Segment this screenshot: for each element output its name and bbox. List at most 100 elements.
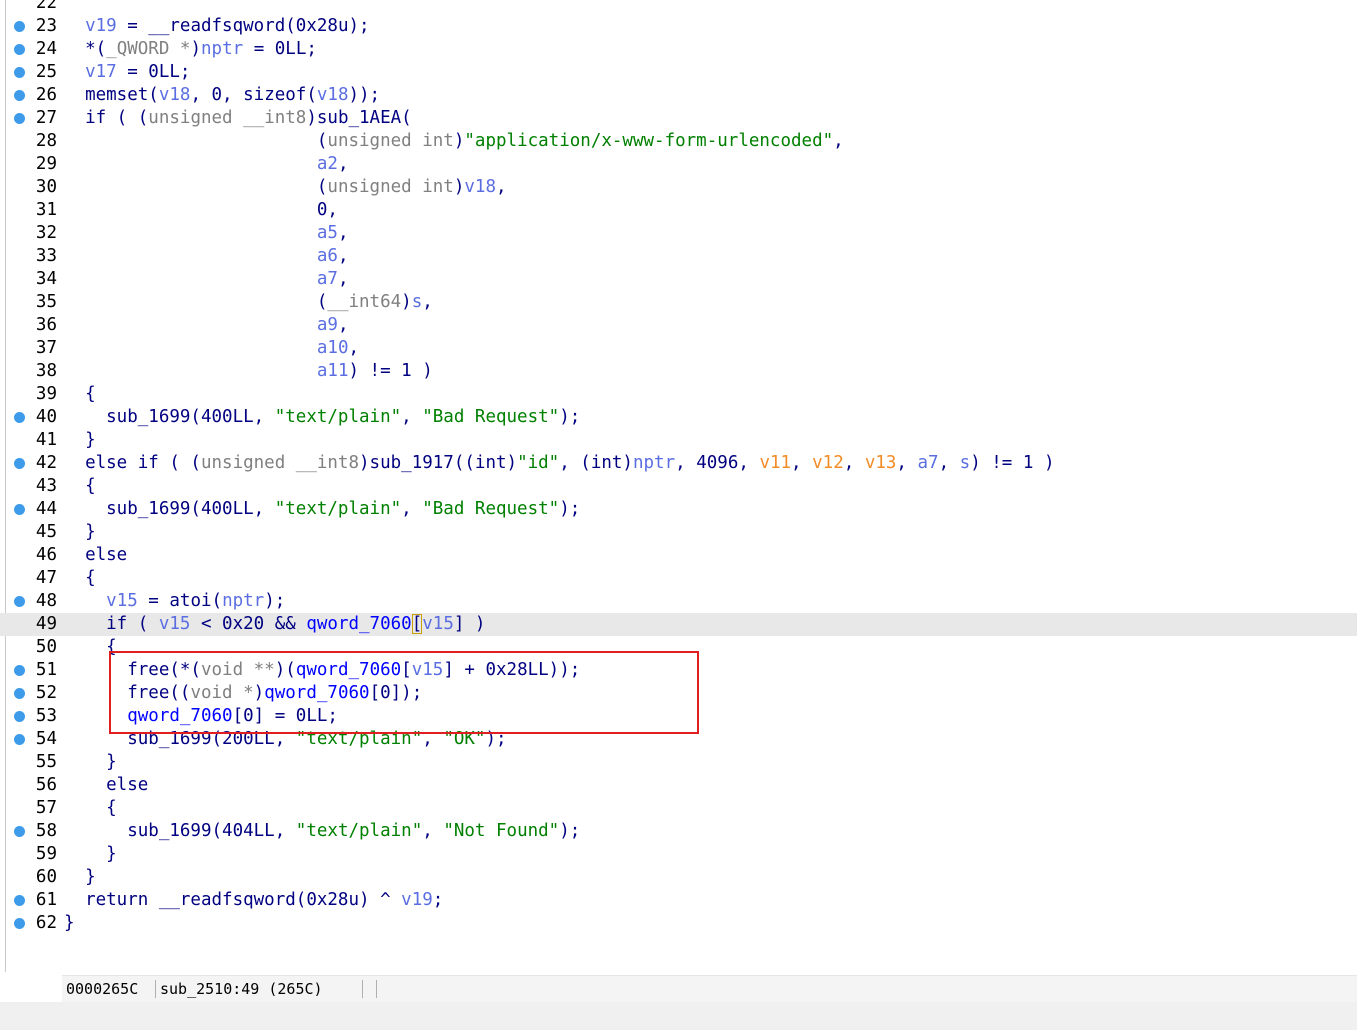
code-text[interactable]: { [64, 636, 117, 659]
code-line-52[interactable]: 52 free((void *)qword_7060[0]); [0, 682, 1357, 705]
code-line-50[interactable]: 50 { [0, 636, 1357, 659]
code-text[interactable]: a11) != 1 ) [64, 360, 433, 383]
breakpoint-dot-icon[interactable] [14, 67, 25, 78]
code-line-39[interactable]: 39 { [0, 383, 1357, 406]
code-text[interactable]: a9, [64, 314, 349, 337]
code-line-29[interactable]: 29 a2, [0, 153, 1357, 176]
code-line-40[interactable]: 40 sub_1699(400LL, "text/plain", "Bad Re… [0, 406, 1357, 429]
code-line-49[interactable]: 49 if ( v15 < 0x20 && qword_7060[v15] ) [0, 613, 1357, 636]
code-line-42[interactable]: 42 else if ( (unsigned __int8)sub_1917((… [0, 452, 1357, 475]
code-text[interactable]: } [64, 521, 96, 544]
code-line-32[interactable]: 32 a5, [0, 222, 1357, 245]
code-line-23[interactable]: 23 v19 = __readfsqword(0x28u); [0, 15, 1357, 38]
code-text[interactable]: else [64, 544, 127, 567]
code-text[interactable]: qword_7060[0] = 0LL; [64, 705, 338, 728]
breakpoint-dot-icon[interactable] [14, 504, 25, 515]
breakpoint-dot-icon[interactable] [14, 44, 25, 55]
code-line-45[interactable]: 45 } [0, 521, 1357, 544]
code-text[interactable]: a5, [64, 222, 349, 245]
code-line-34[interactable]: 34 a7, [0, 268, 1357, 291]
code-text[interactable]: v15 = atoi(nptr); [64, 590, 285, 613]
code-line-27[interactable]: 27 if ( (unsigned __int8)sub_1AEA( [0, 107, 1357, 130]
code-line-41[interactable]: 41 } [0, 429, 1357, 452]
breakpoint-dot-icon[interactable] [14, 412, 25, 423]
breakpoint-dot-icon[interactable] [14, 734, 25, 745]
code-line-46[interactable]: 46 else [0, 544, 1357, 567]
code-text[interactable]: } [64, 429, 96, 452]
code-line-60[interactable]: 60 } [0, 866, 1357, 889]
code-text[interactable]: else [64, 774, 148, 797]
code-line-25[interactable]: 25 v17 = 0LL; [0, 61, 1357, 84]
code-line-22[interactable]: 22 [0, 0, 1357, 15]
breakpoint-dot-icon[interactable] [14, 711, 25, 722]
breakpoint-dot-icon[interactable] [14, 688, 25, 699]
breakpoint-dot-icon[interactable] [14, 918, 25, 929]
code-line-47[interactable]: 47 { [0, 567, 1357, 590]
code-line-57[interactable]: 57 { [0, 797, 1357, 820]
code-line-61[interactable]: 61 return __readfsqword(0x28u) ^ v19; [0, 889, 1357, 912]
code-text[interactable]: } [64, 751, 117, 774]
code-text[interactable]: a10, [64, 337, 359, 360]
code-text[interactable]: { [64, 475, 96, 498]
code-text[interactable]: { [64, 567, 96, 590]
code-line-62[interactable]: 62} [0, 912, 1357, 935]
code-text[interactable]: free(*(void **)(qword_7060[v15] + 0x28LL… [64, 659, 580, 682]
code-text[interactable]: sub_1699(200LL, "text/plain", "OK"); [64, 728, 506, 751]
code-text[interactable]: { [64, 797, 117, 820]
code-line-43[interactable]: 43 { [0, 475, 1357, 498]
code-line-44[interactable]: 44 sub_1699(400LL, "text/plain", "Bad Re… [0, 498, 1357, 521]
breakpoint-dot-icon[interactable] [14, 665, 25, 676]
code-text[interactable]: free((void *)qword_7060[0]); [64, 682, 422, 705]
code-text[interactable]: (unsigned int)v18, [64, 176, 507, 199]
code-line-28[interactable]: 28 (unsigned int)"application/x-www-form… [0, 130, 1357, 153]
breakpoint-dot-icon[interactable] [14, 826, 25, 837]
code-line-31[interactable]: 31 0, [0, 199, 1357, 222]
code-line-51[interactable]: 51 free(*(void **)(qword_7060[v15] + 0x2… [0, 659, 1357, 682]
breakpoint-dot-icon[interactable] [14, 619, 25, 630]
code-line-33[interactable]: 33 a6, [0, 245, 1357, 268]
breakpoint-dot-icon[interactable] [14, 596, 25, 607]
code-line-30[interactable]: 30 (unsigned int)v18, [0, 176, 1357, 199]
code-line-36[interactable]: 36 a9, [0, 314, 1357, 337]
code-text[interactable]: a7, [64, 268, 349, 291]
code-text[interactable]: v19 = __readfsqword(0x28u); [64, 15, 369, 38]
code-line-54[interactable]: 54 sub_1699(200LL, "text/plain", "OK"); [0, 728, 1357, 751]
breakpoint-dot-icon[interactable] [14, 21, 25, 32]
code-text[interactable]: if ( v15 < 0x20 && qword_7060[v15] ) [64, 613, 485, 636]
code-line-48[interactable]: 48 v15 = atoi(nptr); [0, 590, 1357, 613]
code-line-24[interactable]: 24 *(_QWORD *)nptr = 0LL; [0, 38, 1357, 61]
code-text[interactable]: } [64, 912, 75, 935]
code-line-26[interactable]: 26 memset(v18, 0, sizeof(v18)); [0, 84, 1357, 107]
code-text[interactable]: else if ( (unsigned __int8)sub_1917((int… [64, 452, 1054, 475]
code-text[interactable]: if ( (unsigned __int8)sub_1AEA( [64, 107, 412, 130]
code-token: ] ) [453, 614, 486, 634]
code-text[interactable]: sub_1699(400LL, "text/plain", "Bad Reque… [64, 498, 580, 521]
code-line-58[interactable]: 58 sub_1699(404LL, "text/plain", "Not Fo… [0, 820, 1357, 843]
pseudocode-editor[interactable]: 22 23 v19 = __readfsqword(0x28u); 24 *(_QW… [0, 0, 1357, 972]
code-line-53[interactable]: 53 qword_7060[0] = 0LL; [0, 705, 1357, 728]
code-line-55[interactable]: 55 } [0, 751, 1357, 774]
code-text[interactable]: memset(v18, 0, sizeof(v18)); [64, 84, 380, 107]
code-text[interactable]: a6, [64, 245, 349, 268]
code-text[interactable]: (unsigned int)"application/x-www-form-ur… [64, 130, 844, 153]
code-text[interactable]: (__int64)s, [64, 291, 433, 314]
code-text[interactable]: v17 = 0LL; [64, 61, 190, 84]
code-text[interactable]: sub_1699(404LL, "text/plain", "Not Found… [64, 820, 580, 843]
breakpoint-dot-icon[interactable] [14, 90, 25, 101]
code-text[interactable]: *(_QWORD *)nptr = 0LL; [64, 38, 317, 61]
code-line-59[interactable]: 59 } [0, 843, 1357, 866]
code-line-35[interactable]: 35 (__int64)s, [0, 291, 1357, 314]
breakpoint-dot-icon[interactable] [14, 895, 25, 906]
code-text[interactable]: } [64, 866, 96, 889]
code-text[interactable]: return __readfsqword(0x28u) ^ v19; [64, 889, 443, 912]
breakpoint-dot-icon[interactable] [14, 458, 25, 469]
code-line-38[interactable]: 38 a11) != 1 ) [0, 360, 1357, 383]
code-text[interactable]: 0, [64, 199, 338, 222]
code-text[interactable]: } [64, 843, 117, 866]
code-text[interactable]: { [64, 383, 96, 406]
code-text[interactable]: a2, [64, 153, 349, 176]
code-line-56[interactable]: 56 else [0, 774, 1357, 797]
breakpoint-dot-icon[interactable] [14, 113, 25, 124]
code-line-37[interactable]: 37 a10, [0, 337, 1357, 360]
code-text[interactable]: sub_1699(400LL, "text/plain", "Bad Reque… [64, 406, 580, 429]
